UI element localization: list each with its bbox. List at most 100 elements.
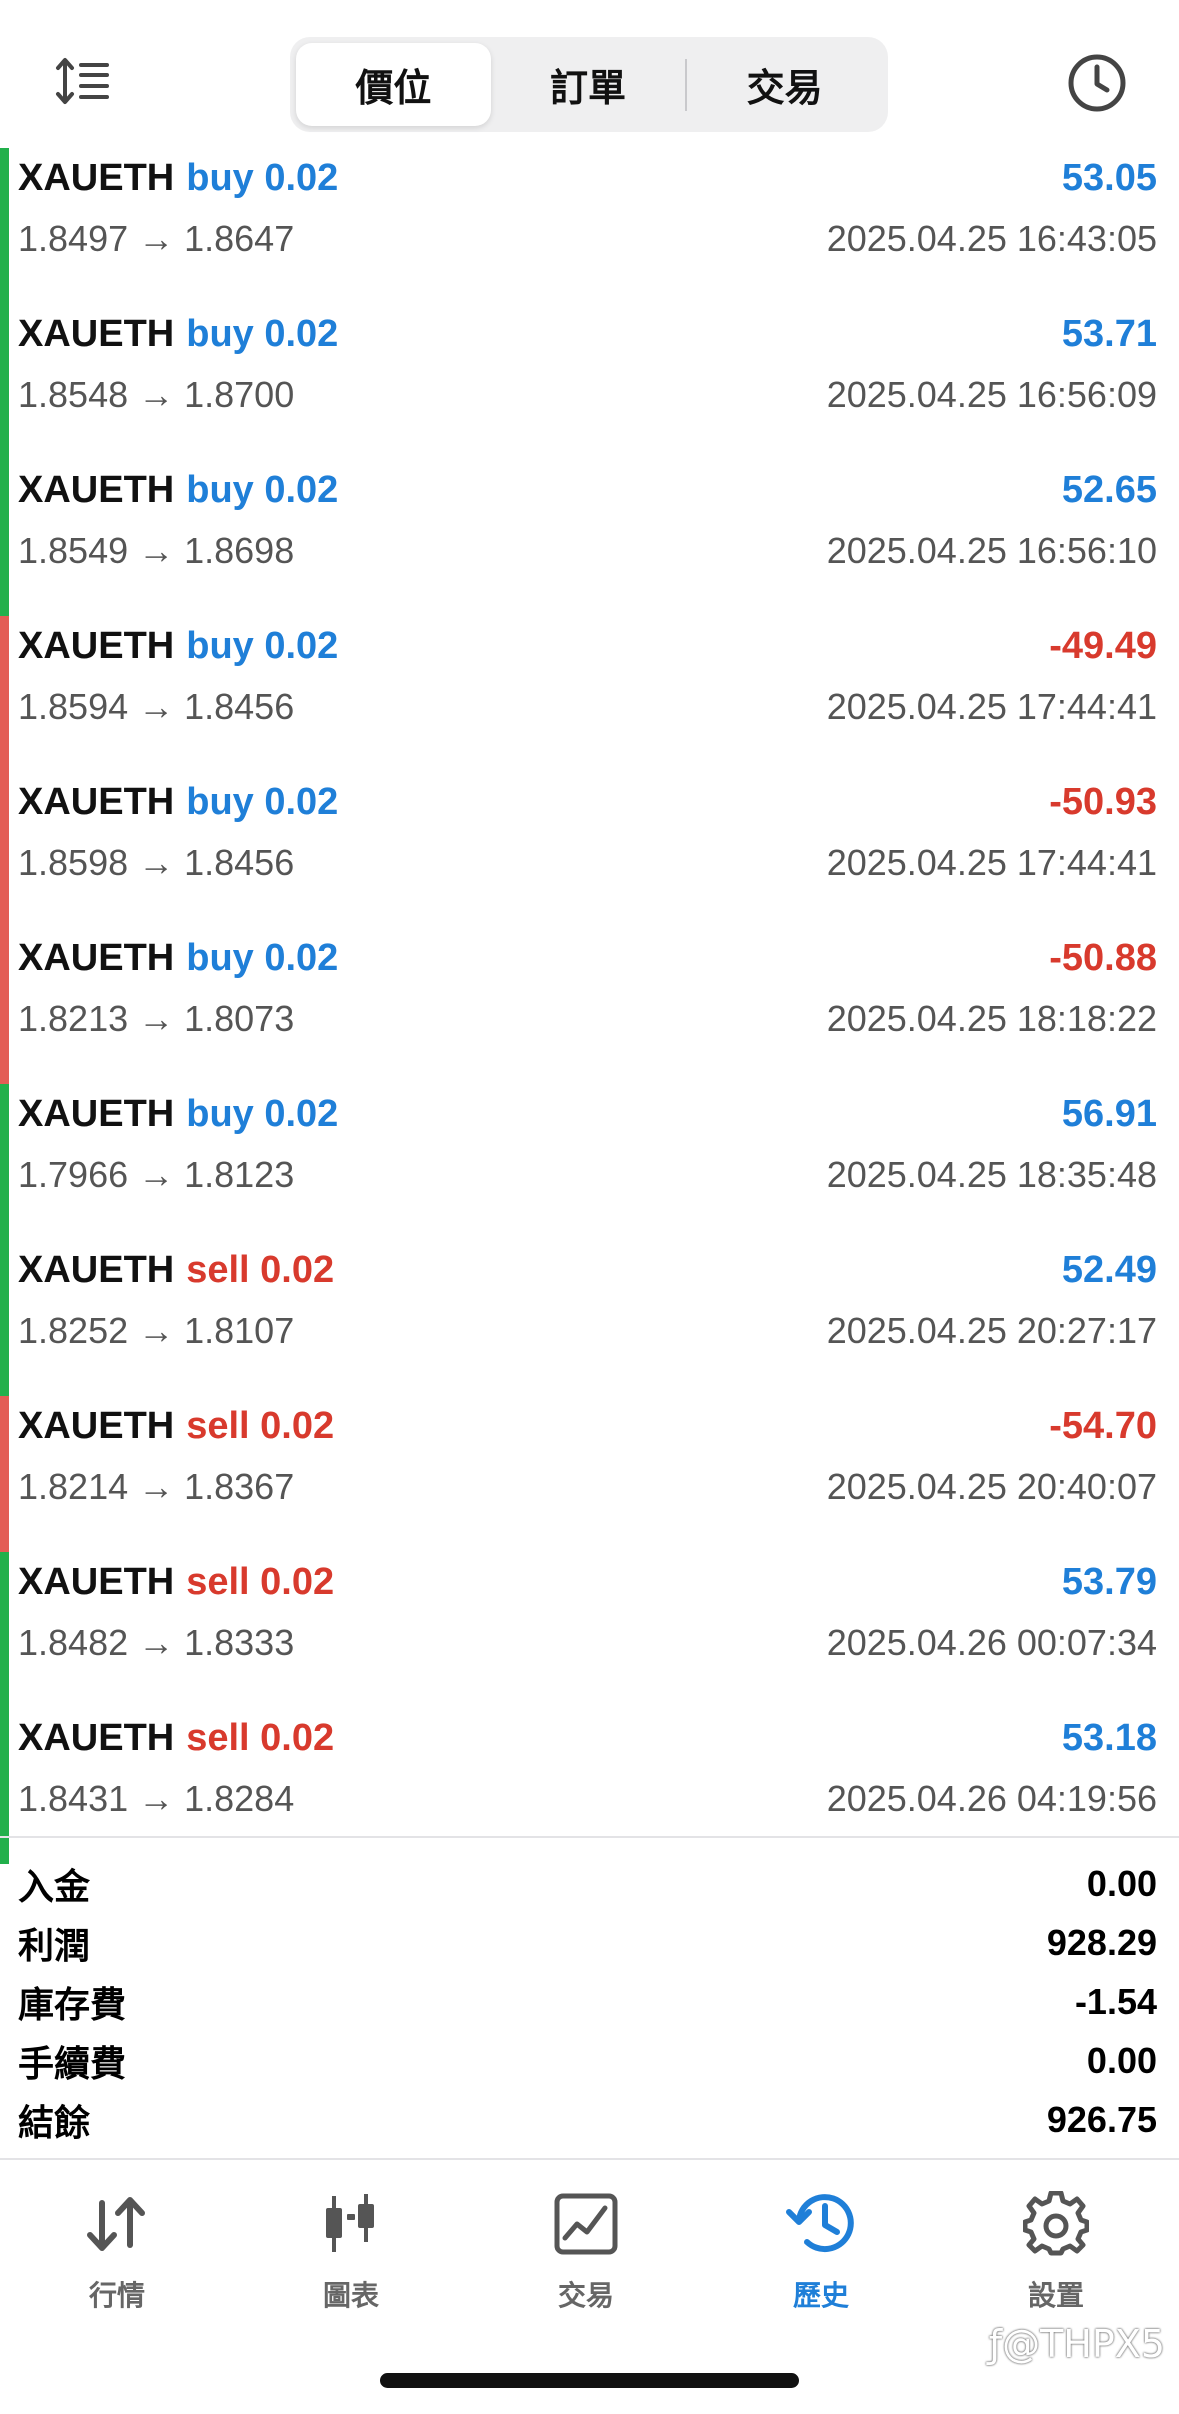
trade-time: 2025.04.25 16:56:10 bbox=[826, 530, 1157, 571]
trade-side-volume: buy 0.02 bbox=[186, 312, 339, 355]
trade-header: XAUETH buy 0.02 bbox=[18, 928, 338, 988]
trade-prices: 1.8213 → 1.8073 bbox=[18, 998, 295, 1039]
trade-time: 2025.04.25 18:18:22 bbox=[826, 998, 1157, 1039]
trade-prices: 1.8594 → 1.8456 bbox=[18, 686, 295, 727]
trade-header: XAUETH buy 0.02 bbox=[18, 148, 338, 208]
trade-prices: 1.8548 → 1.8700 bbox=[18, 374, 295, 415]
trade-time: 2025.04.26 04:19:56 bbox=[826, 1778, 1157, 1819]
loss-indicator-bar bbox=[0, 616, 9, 772]
trade-chart-icon bbox=[550, 2188, 622, 2260]
summary-value: 0.00 bbox=[1086, 2039, 1157, 2081]
sort-icon bbox=[56, 58, 109, 104]
trade-symbol: XAUETH bbox=[18, 1716, 175, 1759]
trade-row[interactable]: XAUETH buy 0.02 -50.88 1.8213 → 1.8073 2025.… bbox=[0, 928, 1179, 1084]
trade-profit: -49.49 bbox=[1049, 624, 1157, 667]
trade-time: 2025.04.25 17:44:41 bbox=[826, 842, 1157, 883]
trade-symbol: XAUETH bbox=[18, 156, 175, 199]
summary-value: 926.75 bbox=[1046, 2098, 1157, 2140]
trade-symbol: XAUETH bbox=[18, 780, 175, 823]
trade-symbol: XAUETH bbox=[18, 1092, 175, 1135]
tabbar-quotes[interactable]: 行情 bbox=[27, 2188, 207, 2328]
trade-row[interactable]: XAUETH buy 0.02 -50.93 1.8598 → 1.8456 2025.… bbox=[0, 772, 1179, 928]
tabbar-history[interactable]: 歷史 bbox=[731, 2188, 911, 2328]
trade-symbol: XAUETH bbox=[18, 1560, 175, 1603]
tabbar-charts[interactable]: 圖表 bbox=[261, 2188, 441, 2328]
trade-history-list: XAUETH buy 0.02 53.05 1.8497 → 1.8647 2025.0… bbox=[0, 148, 1179, 1864]
trade-row[interactable]: XAUETH buy 0.02 53.71 1.8548 → 1.8700 2025.0… bbox=[0, 304, 1179, 460]
summary-value: 928.29 bbox=[1046, 1921, 1157, 1963]
trade-row[interactable]: XAUETH sell 0.02 53.79 1.8482 → 1.8333 2025.… bbox=[0, 1552, 1179, 1708]
trade-row[interactable]: XAUETH buy 0.02 53.05 1.8497 → 1.8647 2025.0… bbox=[0, 148, 1179, 304]
tabbar-label: 行情 bbox=[88, 2280, 145, 2311]
profit-indicator-bar bbox=[0, 460, 9, 616]
trade-header: XAUETH buy 0.02 bbox=[18, 1084, 338, 1144]
trade-prices: 1.8431 → 1.8284 bbox=[18, 1778, 295, 1819]
trade-header: XAUETH sell 0.02 bbox=[18, 1708, 334, 1768]
tabbar-label: 歷史 bbox=[792, 2280, 849, 2311]
home-indicator[interactable] bbox=[380, 2373, 799, 2388]
tab-positions[interactable]: 價位 bbox=[296, 43, 491, 126]
trade-header: XAUETH sell 0.02 bbox=[18, 1240, 334, 1300]
trade-prices: 1.8482 → 1.8333 bbox=[18, 1622, 295, 1663]
trade-profit: 53.71 bbox=[1061, 312, 1157, 355]
period-button[interactable] bbox=[1062, 48, 1132, 118]
summary-label: 庫存費 bbox=[18, 1983, 127, 2025]
watermark: ƒ@THPX5 bbox=[988, 2322, 1165, 2366]
tabbar-settings[interactable]: 設置 bbox=[966, 2188, 1146, 2328]
segmented-control: 價位 訂單 交易 bbox=[290, 37, 888, 132]
trade-header: XAUETH buy 0.02 bbox=[18, 772, 338, 832]
trade-time: 2025.04.25 20:40:07 bbox=[826, 1466, 1157, 1507]
trade-prices: 1.8549 → 1.8698 bbox=[18, 530, 295, 571]
sort-button[interactable] bbox=[48, 50, 118, 112]
trade-profit: 53.18 bbox=[1061, 1716, 1157, 1759]
swap-row: 庫存費 -1.54 bbox=[0, 1972, 1179, 2031]
tabbar-label: 交易 bbox=[557, 2280, 614, 2311]
summary-label: 結餘 bbox=[18, 2101, 91, 2143]
profit-indicator-bar bbox=[0, 304, 9, 460]
bottom-tab-bar: 行情 圖表 交易 歷史 設置 ƒ@THPX5 bbox=[0, 2158, 1179, 2414]
top-toolbar: 價位 訂單 交易 bbox=[0, 0, 1179, 148]
profit-row: 利潤 928.29 bbox=[0, 1913, 1179, 1972]
balance-row: 結餘 926.75 bbox=[0, 2090, 1179, 2149]
trade-row[interactable]: XAUETH buy 0.02 52.65 1.8549 → 1.8698 2025.0… bbox=[0, 460, 1179, 616]
tabbar-label: 圖表 bbox=[322, 2280, 379, 2311]
tab-deals-label: 交易 bbox=[746, 68, 823, 110]
trade-row[interactable]: XAUETH sell 0.02 -54.70 1.8214 → 1.8367 2025… bbox=[0, 1396, 1179, 1552]
trade-profit: 52.65 bbox=[1061, 468, 1157, 511]
account-summary: 入金 0.00 利潤 928.29 庫存費 -1.54 手續費 0.00 結餘 926.75 bbox=[0, 1836, 1179, 2149]
tab-deals[interactable]: 交易 bbox=[687, 43, 882, 126]
trade-side-volume: sell 0.02 bbox=[186, 1248, 335, 1291]
trade-profit: 56.91 bbox=[1061, 1092, 1157, 1135]
loss-indicator-bar bbox=[0, 928, 9, 1084]
trade-profit: -54.70 bbox=[1049, 1404, 1157, 1447]
loss-indicator-bar bbox=[0, 1396, 9, 1552]
trade-time: 2025.04.25 16:43:05 bbox=[826, 218, 1157, 259]
summary-value: 0.00 bbox=[1086, 1862, 1157, 1904]
trade-row[interactable]: XAUETH buy 0.02 56.91 1.7966 → 1.8123 2025.0… bbox=[0, 1084, 1179, 1240]
trade-side-volume: buy 0.02 bbox=[186, 936, 339, 979]
summary-label: 手續費 bbox=[18, 2042, 127, 2084]
trade-row[interactable]: XAUETH sell 0.02 52.49 1.8252 → 1.8107 2025.… bbox=[0, 1240, 1179, 1396]
summary-value: -1.54 bbox=[1074, 1980, 1157, 2022]
trade-time: 2025.04.25 20:27:17 bbox=[826, 1310, 1157, 1351]
trade-profit: -50.88 bbox=[1049, 936, 1157, 979]
trade-profit: 53.79 bbox=[1061, 1560, 1157, 1603]
trade-row[interactable]: XAUETH buy 0.02 -49.49 1.8594 → 1.8456 2025.… bbox=[0, 616, 1179, 772]
trade-prices: 1.8214 → 1.8367 bbox=[18, 1466, 295, 1507]
trade-profit: 53.05 bbox=[1061, 156, 1157, 199]
trade-side-volume: sell 0.02 bbox=[186, 1716, 335, 1759]
tabbar-trade[interactable]: 交易 bbox=[496, 2188, 676, 2328]
trade-side-volume: buy 0.02 bbox=[186, 780, 339, 823]
quotes-arrows-icon bbox=[81, 2188, 153, 2260]
trade-header: XAUETH buy 0.02 bbox=[18, 304, 338, 364]
trade-time: 2025.04.25 18:35:48 bbox=[826, 1154, 1157, 1195]
profit-indicator-bar bbox=[0, 148, 9, 304]
trade-symbol: XAUETH bbox=[18, 1248, 175, 1291]
tab-orders[interactable]: 訂單 bbox=[491, 43, 686, 126]
tabbar-label: 設置 bbox=[1027, 2280, 1084, 2311]
trade-side-volume: buy 0.02 bbox=[186, 156, 339, 199]
profit-indicator-bar bbox=[0, 1240, 9, 1396]
trade-time: 2025.04.25 16:56:09 bbox=[826, 374, 1157, 415]
trade-prices: 1.8252 → 1.8107 bbox=[18, 1310, 295, 1351]
clock-icon bbox=[1068, 54, 1126, 112]
